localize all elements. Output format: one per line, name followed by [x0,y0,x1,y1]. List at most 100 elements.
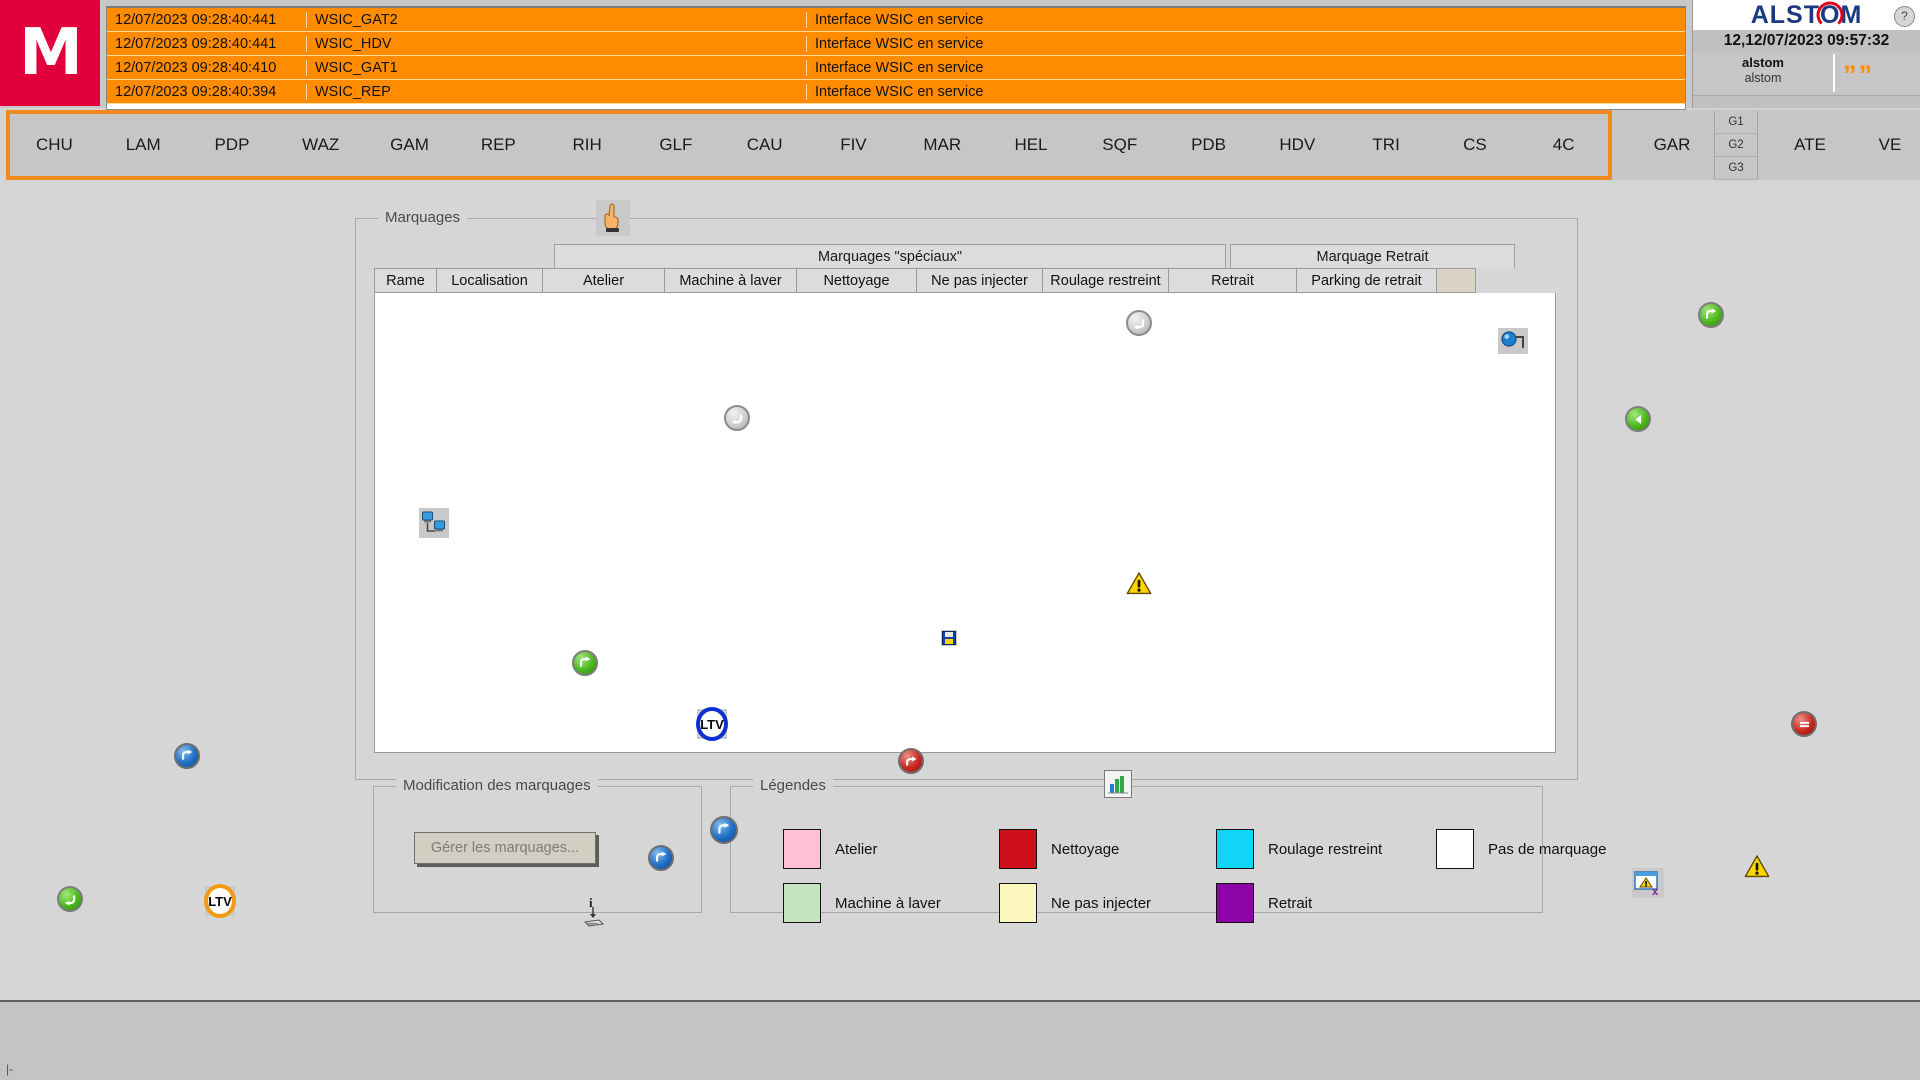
orb-body [1126,310,1152,336]
info-arrow-icon[interactable]: i [582,895,606,934]
back-green-left-icon[interactable] [1625,406,1651,432]
datetime-display: 12,12/07/2023 09:57:32 [1693,30,1920,52]
table-header-row[interactable]: Rame Localisation Atelier Machine à laver Ne… [374,268,1556,293]
alarm-row[interactable]: 12/07/2023 09:28:40:441 WSIC_GAT2 Interfac… [107,8,1685,32]
column-header-roulage-restreint[interactable]: Roulage restreint [1042,268,1168,293]
column-header-nettoyage[interactable]: Nettoyage [796,268,916,293]
ltv-orange-badge-icon[interactable]: LTV [204,884,236,918]
column-header-retrait[interactable]: Retrait [1168,268,1296,293]
orb-body [174,743,200,769]
nav-item-cs[interactable]: CS [1431,135,1520,155]
floppy-tile [941,630,957,646]
nav-group-g1[interactable]: G1 [1715,111,1757,134]
nav-item-mar[interactable]: MAR [898,135,987,155]
help-icon[interactable]: ? [1894,6,1915,27]
status-bar: |- [0,1000,1920,1080]
nav-item-4c[interactable]: 4C [1519,135,1608,155]
info-arrow-glyph: i [583,895,605,927]
nav-item-chu[interactable]: CHU [10,135,99,155]
ltv-blue-badge-icon[interactable]: LTV [696,707,728,741]
nav-item-ate[interactable]: ATE [1760,135,1860,155]
nav-group-stack[interactable]: G1 G2 G3 [1714,111,1758,180]
nav-group-g2[interactable]: G2 [1715,134,1757,157]
undo-gray-icon-2[interactable] [724,405,750,431]
forward-red-icon[interactable] [898,748,924,774]
column-header-machine-laver[interactable]: Machine à laver [664,268,796,293]
window-warning-icon[interactable]: x [1632,868,1664,898]
hand-cursor-icon[interactable] [596,200,630,236]
user-secondary: alstom [1744,71,1782,85]
legend-label: Machine à laver [835,894,941,912]
legend-swatch [1436,829,1474,869]
legend-label: Ne pas injecter [1051,894,1152,912]
warning-triangle-icon[interactable] [1126,572,1152,600]
alarm-message: Interface WSIC en service [815,83,984,100]
nav-item-waz[interactable]: WAZ [276,135,365,155]
alstom-ring-icon [1816,1,1844,29]
quote-marks-icon: ”” [1843,60,1874,90]
nav-item-hdv[interactable]: HDV [1253,135,1342,155]
redo-green-right-icon[interactable] [1698,302,1724,328]
bar-chart-icon[interactable] [1104,770,1132,798]
undo-blue-icon[interactable] [710,816,738,844]
column-header-parking-de-retrait[interactable]: Parking de retrait [1296,268,1436,293]
undo-blue-left-icon[interactable] [174,743,200,769]
nav-right-section: GAR G1 G2 G3 ATE VE [1612,110,1920,180]
legend-swatch [999,883,1037,923]
nav-group-g3[interactable]: G3 [1715,157,1757,180]
marquages-table: Marquages "spéciaux" Marquage Retrait Ra… [374,244,1556,753]
nav-item-rep[interactable]: REP [454,135,543,155]
column-header-atelier[interactable]: Atelier [542,268,664,293]
table-body[interactable] [374,293,1556,753]
pin-tile [1498,328,1528,354]
brand-footer [1693,95,1920,108]
nav-item-ve[interactable]: VE [1862,135,1918,155]
save-floppy-icon[interactable] [941,630,957,646]
nav-item-gam[interactable]: GAM [365,135,454,155]
marquages-panel: Marquages Marquages "spéciaux" Marquage … [355,209,1578,780]
column-header-rame[interactable]: Rame [374,268,436,293]
manage-markings-button[interactable]: Gérer les marquages... [414,832,596,864]
column-header-localisation[interactable]: Localisation [436,268,542,293]
alarm-row[interactable]: 12/07/2023 09:28:40:410 WSIC_GAT1 Interfac… [107,56,1685,80]
nav-item-glf[interactable]: GLF [631,135,720,155]
pause-red-icon[interactable] [1791,711,1817,737]
pin-marker-icon[interactable] [1498,328,1528,354]
nav-item-pdb[interactable]: PDB [1164,135,1253,155]
ltv-blue-tile: LTV [696,707,728,741]
hand-tile [596,200,630,236]
nav-item-lam[interactable]: LAM [99,135,188,155]
nav-item-pdp[interactable]: PDP [188,135,277,155]
nav-item-sqf[interactable]: SQF [1075,135,1164,155]
orb-body [1698,302,1724,328]
chart-tile [1104,770,1132,798]
network-computers-icon[interactable] [419,508,449,538]
back-green-bottom-icon[interactable] [57,886,83,912]
orb-body [898,748,924,774]
warning-triangle-icon-2[interactable] [1744,855,1770,883]
orb-body [1625,406,1651,432]
nav-item-gar[interactable]: GAR [1632,135,1712,155]
legend-swatch [783,883,821,923]
nav-item-cau[interactable]: CAU [720,135,809,155]
alarm-source: WSIC_REP [307,83,807,100]
legend-panel: Légendes Atelier Nettoyage Roulage restrei… [730,777,1606,923]
alarm-row[interactable]: 12/07/2023 09:28:40:394 WSIC_REP Interface… [107,80,1685,104]
nav-item-fiv[interactable]: FIV [809,135,898,155]
status-text: |- [6,1062,14,1076]
redo-green-icon[interactable] [572,650,598,676]
alarm-list[interactable]: 12/07/2023 09:28:40:441 WSIC_GAT2 Interfac… [106,6,1686,110]
column-header-ne-pas-injecter[interactable]: Ne pas injecter [916,268,1042,293]
column-header-blank[interactable] [1436,268,1476,293]
nav-item-hel[interactable]: HEL [987,135,1076,155]
site-nav-bar[interactable]: CHU LAM PDP WAZ GAM REP RIH GLF CAU FIV MAR HEL SQF P… [6,110,1612,180]
alarm-row[interactable]: 12/07/2023 09:28:40:441 WSIC_HDV Interface… [107,32,1685,56]
network-tile [419,508,449,538]
alarm-message: Interface WSIC en service [815,11,984,28]
top-bar: M 12/07/2023 09:28:40:441 WSIC_GAT2 Interf… [0,0,1920,110]
nav-item-rih[interactable]: RIH [543,135,632,155]
nav-item-tri[interactable]: TRI [1342,135,1431,155]
redo-blue-small-icon[interactable] [648,845,674,871]
legend-swatch [783,829,821,869]
undo-gray-icon[interactable] [1126,310,1152,336]
